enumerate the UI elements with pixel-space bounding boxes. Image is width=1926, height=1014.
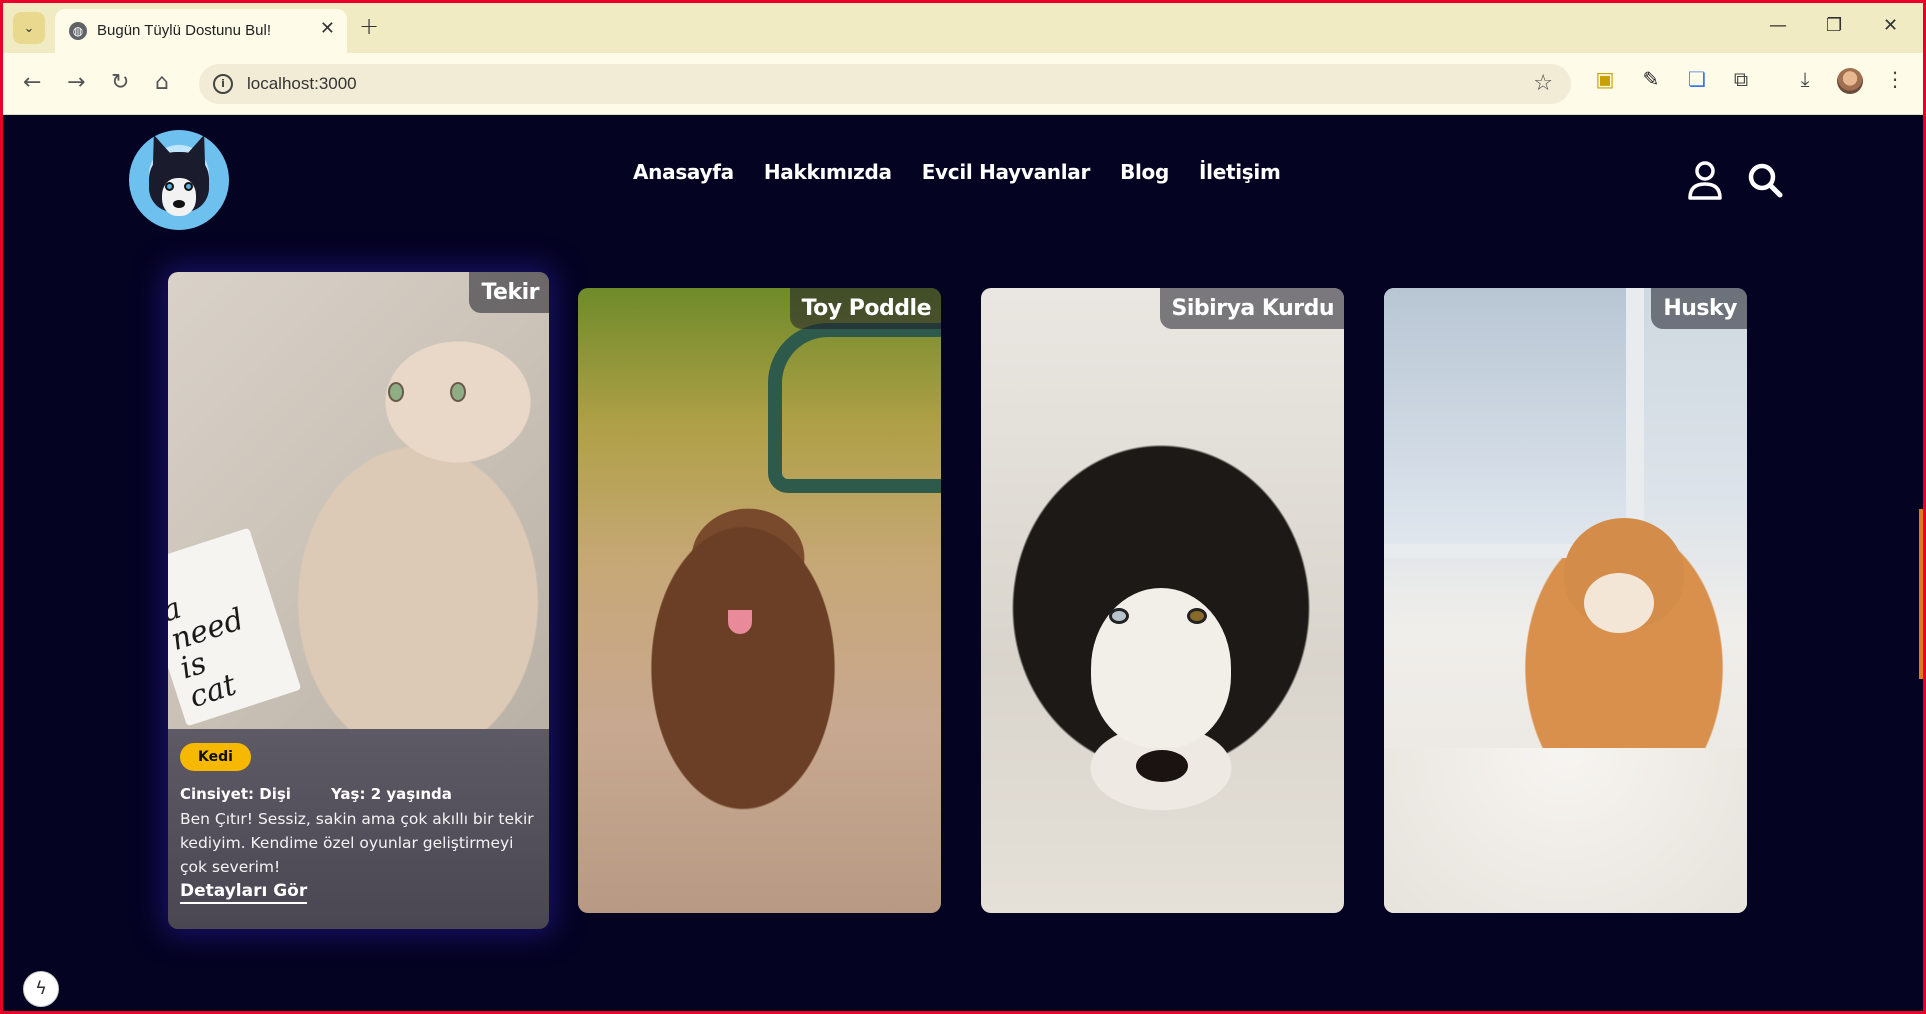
nav-link-home[interactable]: Anasayfa xyxy=(633,160,734,184)
gender-value: Dişi xyxy=(259,785,291,803)
site-info-icon[interactable]: i xyxy=(213,74,233,94)
age-value: 2 yaşında xyxy=(370,785,452,803)
pet-card-sibirya-kurdu[interactable]: Sibirya Kurdu xyxy=(981,288,1344,913)
nav-link-pets[interactable]: Evcil Hayvanlar xyxy=(922,160,1091,184)
toolbar: ← → ↻ ⌂ i localhost:3000 ☆ ▣ ✎ ❏ ⧉ ⤓ ⋮ xyxy=(3,53,1923,115)
pet-photo-poodle xyxy=(578,288,941,913)
extension-folder-icon[interactable]: ▣ xyxy=(1593,67,1617,91)
site-logo[interactable] xyxy=(129,130,229,230)
pet-name-tag: Husky xyxy=(1651,288,1747,329)
back-arrow-icon[interactable]: ← xyxy=(23,70,41,95)
active-tab[interactable]: ◍ Bugün Tüylü Dostunu Bul! ✕ xyxy=(55,9,347,53)
reload-icon[interactable]: ↻ xyxy=(111,70,129,95)
search-icon[interactable] xyxy=(1747,162,1783,198)
eyedropper-icon[interactable]: ✎ xyxy=(1639,67,1663,91)
tab-strip: ⌄ ◍ Bugün Tüylü Dostunu Bul! ✕ + — ❐ ✕ xyxy=(3,3,1923,53)
pet-name-tag: Tekir xyxy=(469,272,549,313)
address-field[interactable]: i localhost:3000 ☆ xyxy=(199,64,1571,104)
pet-info-panel: Kedi Cinsiyet: Dişi Yaş: 2 yaşında Ben Ç… xyxy=(168,729,549,929)
globe-icon: ◍ xyxy=(69,22,87,40)
main-nav: Anasayfa Hakkımızda Evcil Hayvanlar Blog… xyxy=(633,160,1281,184)
pet-name-tag: Sibirya Kurdu xyxy=(1159,288,1344,329)
poodle-tongue xyxy=(728,610,752,634)
logo-eye-right xyxy=(184,182,193,191)
logo-eye-left xyxy=(165,182,174,191)
cat-note-paper: a need is cat xyxy=(168,527,302,727)
profile-avatar[interactable] xyxy=(1837,68,1863,94)
user-icon[interactable] xyxy=(1687,160,1723,200)
home-icon[interactable]: ⌂ xyxy=(155,70,169,95)
details-link[interactable]: Detayları Gör xyxy=(180,881,308,904)
forward-arrow-icon[interactable]: → xyxy=(67,70,85,95)
download-icon[interactable]: ⤓ xyxy=(1793,67,1817,91)
nav-link-about[interactable]: Hakkımızda xyxy=(764,160,892,184)
pet-card-toy-poddle[interactable]: Toy Poddle xyxy=(578,288,941,913)
close-window-icon[interactable]: ✕ xyxy=(1883,15,1898,36)
browser-window: ⌄ ◍ Bugün Tüylü Dostunu Bul! ✕ + — ❐ ✕ ←… xyxy=(3,3,1923,1011)
scroll-indicator xyxy=(1919,509,1923,679)
minimize-icon[interactable]: — xyxy=(1769,15,1787,36)
age-label: Yaş: xyxy=(330,785,366,803)
page-content: Anasayfa Hakkımızda Evcil Hayvanlar Blog… xyxy=(3,116,1923,1011)
extensions-puzzle-icon[interactable]: ⧉ xyxy=(1729,67,1753,91)
pet-card-husky[interactable]: Husky xyxy=(1384,288,1747,913)
pet-name-tag: Toy Poddle xyxy=(789,288,941,329)
chevron-down-icon: ⌄ xyxy=(23,20,35,36)
husky-eye-left xyxy=(1109,608,1129,624)
shiba-face xyxy=(1584,573,1654,633)
pet-meta-row: Cinsiyet: Dişi Yaş: 2 yaşında xyxy=(180,785,537,803)
bookmark-star-icon[interactable]: ☆ xyxy=(1533,71,1553,96)
tab-title: Bugün Tüylü Dostunu Bul! xyxy=(97,22,272,39)
gender-label: Cinsiyet: xyxy=(180,785,255,803)
tab-search-button[interactable]: ⌄ xyxy=(13,12,45,44)
logo-nose xyxy=(173,200,185,208)
close-tab-icon[interactable]: ✕ xyxy=(320,18,335,39)
nav-link-blog[interactable]: Blog xyxy=(1120,160,1169,184)
pet-photo-husky-puppy xyxy=(981,288,1344,913)
pet-gender: Cinsiyet: Dişi xyxy=(180,785,291,803)
pet-photo-shiba xyxy=(1384,288,1747,913)
husky-nose xyxy=(1136,750,1188,782)
lightning-icon[interactable]: ϟ xyxy=(23,971,59,1007)
pet-type-badge: Kedi xyxy=(180,743,251,771)
husky-eye-right xyxy=(1187,608,1207,624)
cat-eyes xyxy=(388,382,474,402)
more-menu-icon[interactable]: ⋮ xyxy=(1883,67,1907,91)
bench-shape xyxy=(768,323,941,493)
nav-link-contact[interactable]: İletişim xyxy=(1199,160,1281,184)
extension-copy-icon[interactable]: ❏ xyxy=(1685,67,1709,91)
window-shape xyxy=(1384,288,1644,558)
fur-rug xyxy=(1384,748,1747,913)
pet-description: Ben Çıtır! Sessiz, sakin ama çok akıllı … xyxy=(180,810,534,876)
restore-icon[interactable]: ❐ xyxy=(1826,15,1842,36)
new-tab-button[interactable]: + xyxy=(359,12,379,40)
pet-card-tekir[interactable]: a need is cat Tekir Kedi Cinsiyet: Dişi Yaş… xyxy=(168,272,549,929)
url-text[interactable]: localhost:3000 xyxy=(247,74,357,94)
pet-age: Yaş: 2 yaşında xyxy=(331,785,452,803)
pet-photo-cat: a need is cat xyxy=(168,272,549,729)
